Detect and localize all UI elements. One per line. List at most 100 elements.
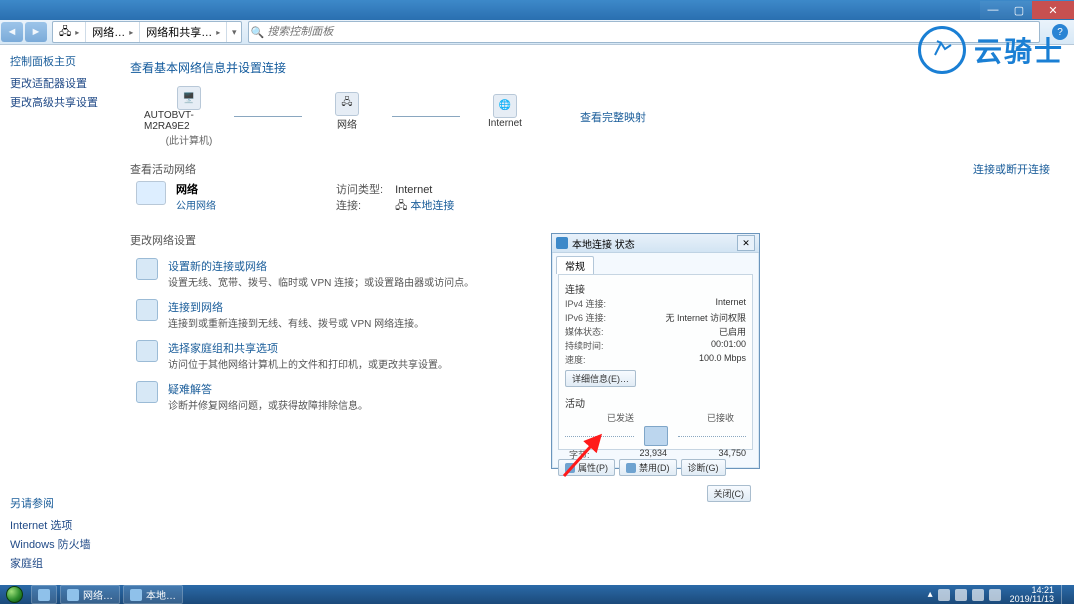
taskbar-button-label: 网络… (83, 587, 113, 602)
forward-button[interactable]: ► (25, 22, 47, 42)
network-map: 🖥️ AUTOBVT-M2RA9E2 (此计算机) 🖧 网络 🌐 Interne… (144, 86, 1050, 147)
active-network-name: 网络 (176, 181, 216, 197)
activity-bar (678, 436, 747, 437)
map-node-computer-label: AUTOBVT-M2RA9E2 (144, 110, 234, 132)
map-edge (234, 116, 302, 117)
network-icon: 🖧 (335, 92, 359, 116)
chevron-right-icon: ▸ (129, 28, 133, 37)
breadcrumb-item-2-label: 网络和共享… (146, 24, 212, 40)
map-edge (392, 116, 460, 117)
wizard-icon (136, 258, 158, 280)
sidebar-header: 控制面板主页 (10, 53, 120, 69)
network-icon (136, 181, 166, 205)
show-desktop-button[interactable] (1061, 585, 1070, 604)
monitor-icon (644, 426, 668, 446)
disable-button-label: 禁用(D) (639, 463, 670, 473)
help-button[interactable]: ? (1052, 24, 1068, 40)
view-full-map-link[interactable]: 查看完整映射 (580, 109, 646, 125)
row-value: Internet (715, 297, 746, 310)
properties-button[interactable]: 属性(P) (558, 459, 615, 476)
row-value: 无 Internet 访问权限 (665, 311, 746, 324)
bytes-label: 字节: (569, 448, 590, 461)
explorer-navbar: ◄ ► 🖧▸ 网络…▸ 网络和共享… ▸ ▾ 🔍 ? (0, 20, 1074, 45)
sidebar: 控制面板主页 更改适配器设置 更改高级共享设置 另请参阅 Internet 选项… (0, 45, 120, 586)
sent-header: 已发送 (607, 411, 634, 424)
clock-date: 2019/11/13 (1010, 595, 1054, 604)
start-button[interactable] (0, 585, 28, 604)
tab-general[interactable]: 常规 (556, 256, 594, 274)
back-button[interactable]: ◄ (1, 22, 23, 42)
breadcrumb-icon[interactable]: 🖧▸ (53, 22, 86, 42)
breadcrumb-item-1[interactable]: 网络…▸ (86, 22, 140, 42)
minimize-button[interactable]: — (980, 1, 1006, 19)
connect-disconnect-link[interactable]: 连接或断开连接 (973, 161, 1050, 177)
tray-icon[interactable] (938, 589, 950, 601)
network-icon (67, 589, 79, 601)
close-window-button[interactable]: ✕ (1032, 1, 1074, 19)
shield-icon (565, 463, 575, 473)
sidebar-link-adapter[interactable]: 更改适配器设置 (10, 75, 120, 91)
access-type-value: Internet (395, 184, 432, 196)
troubleshoot-icon (136, 381, 158, 403)
sidebar-link-internet-options[interactable]: Internet 选项 (10, 517, 91, 533)
task-desc: 连接到或重新连接到无线、有线、拨号或 VPN 网络连接。 (168, 315, 424, 330)
row-label: IPv6 连接: (565, 311, 606, 324)
network-type-link[interactable]: 公用网络 (176, 201, 216, 212)
row-label: 持续时间: (565, 339, 604, 352)
access-type-label: 访问类型: (336, 181, 392, 197)
active-networks-header: 查看活动网络 (130, 164, 196, 176)
shield-icon (626, 463, 636, 473)
map-node-internet-label: Internet (488, 118, 522, 129)
row-value: 已启用 (719, 325, 746, 338)
breadcrumb-item-2[interactable]: 网络和共享… ▸ (140, 22, 227, 42)
tray-overflow-button[interactable]: ▴ (928, 589, 933, 600)
maximize-button[interactable]: ▢ (1006, 1, 1032, 19)
tray-network-icon[interactable] (972, 589, 984, 601)
taskbar-button-network[interactable]: 网络… (60, 585, 120, 604)
diagnose-button[interactable]: 诊断(G) (681, 459, 726, 476)
bytes-recv-value: 34,750 (718, 448, 746, 461)
map-node-internet[interactable]: 🌐 Internet (460, 94, 550, 140)
sidebar-link-firewall[interactable]: Windows 防火墙 (10, 536, 91, 552)
explorer-icon (38, 589, 50, 601)
map-node-network-label: 网络 (337, 116, 357, 131)
dialog-close-button[interactable]: ✕ (737, 235, 755, 251)
search-input[interactable] (265, 25, 1039, 39)
row-label: 媒体状态: (565, 325, 604, 338)
map-node-computer[interactable]: 🖥️ AUTOBVT-M2RA9E2 (此计算机) (144, 86, 234, 147)
sidebar-link-homegroup[interactable]: 家庭组 (10, 555, 91, 571)
row-label: IPv4 连接: (565, 297, 606, 310)
breadcrumb[interactable]: 🖧▸ 网络…▸ 网络和共享… ▸ ▾ (52, 21, 242, 43)
task-desc: 设置无线、宽带、拨号、临时或 VPN 连接；或设置路由器或访问点。 (168, 274, 474, 289)
disable-button[interactable]: 禁用(D) (619, 459, 677, 476)
connection-label: 连接: (336, 197, 392, 213)
system-menu-icon[interactable] (6, 1, 24, 20)
taskbar-button-status[interactable]: 本地… (123, 585, 183, 604)
task-desc: 诊断并修复网络问题，或获得故障排除信息。 (168, 397, 368, 412)
recv-header: 已接收 (707, 411, 734, 424)
row-label: 速度: (565, 353, 586, 366)
details-button[interactable]: 详细信息(E)… (565, 370, 636, 387)
taskbar-button-label: 本地… (146, 587, 176, 602)
dialog-titlebar[interactable]: 本地连接 状态 ✕ (552, 234, 759, 253)
task-title: 选择家庭组和共享选项 (168, 340, 448, 356)
sidebar-link-sharing[interactable]: 更改高级共享设置 (10, 94, 120, 110)
search-box[interactable]: 🔍 (248, 21, 1040, 43)
task-title: 设置新的连接或网络 (168, 258, 474, 274)
connection-link[interactable]: 本地连接 (410, 200, 454, 212)
tray-flag-icon[interactable] (955, 589, 967, 601)
content-pane: 查看基本网络信息并设置连接 🖥️ AUTOBVT-M2RA9E2 (此计算机) … (120, 45, 1074, 586)
map-node-network[interactable]: 🖧 网络 (302, 92, 392, 142)
group-activity: 活动 (565, 395, 746, 410)
adapter-icon: 🖧 (395, 200, 407, 212)
tray-volume-icon[interactable] (989, 589, 1001, 601)
close-dialog-button[interactable]: 关闭(C) (707, 485, 752, 502)
breadcrumb-dropdown[interactable]: ▾ (227, 27, 241, 38)
sidebar-seealso-header: 另请参阅 (10, 495, 91, 511)
map-node-computer-sub: (此计算机) (166, 132, 213, 147)
task-title: 连接到网络 (168, 299, 424, 315)
computer-icon: 🖥️ (177, 86, 201, 110)
chevron-right-icon: ▸ (216, 28, 220, 37)
taskbar-button-explorer[interactable] (31, 585, 57, 604)
taskbar-clock[interactable]: 14:21 2019/11/13 (1010, 586, 1054, 604)
